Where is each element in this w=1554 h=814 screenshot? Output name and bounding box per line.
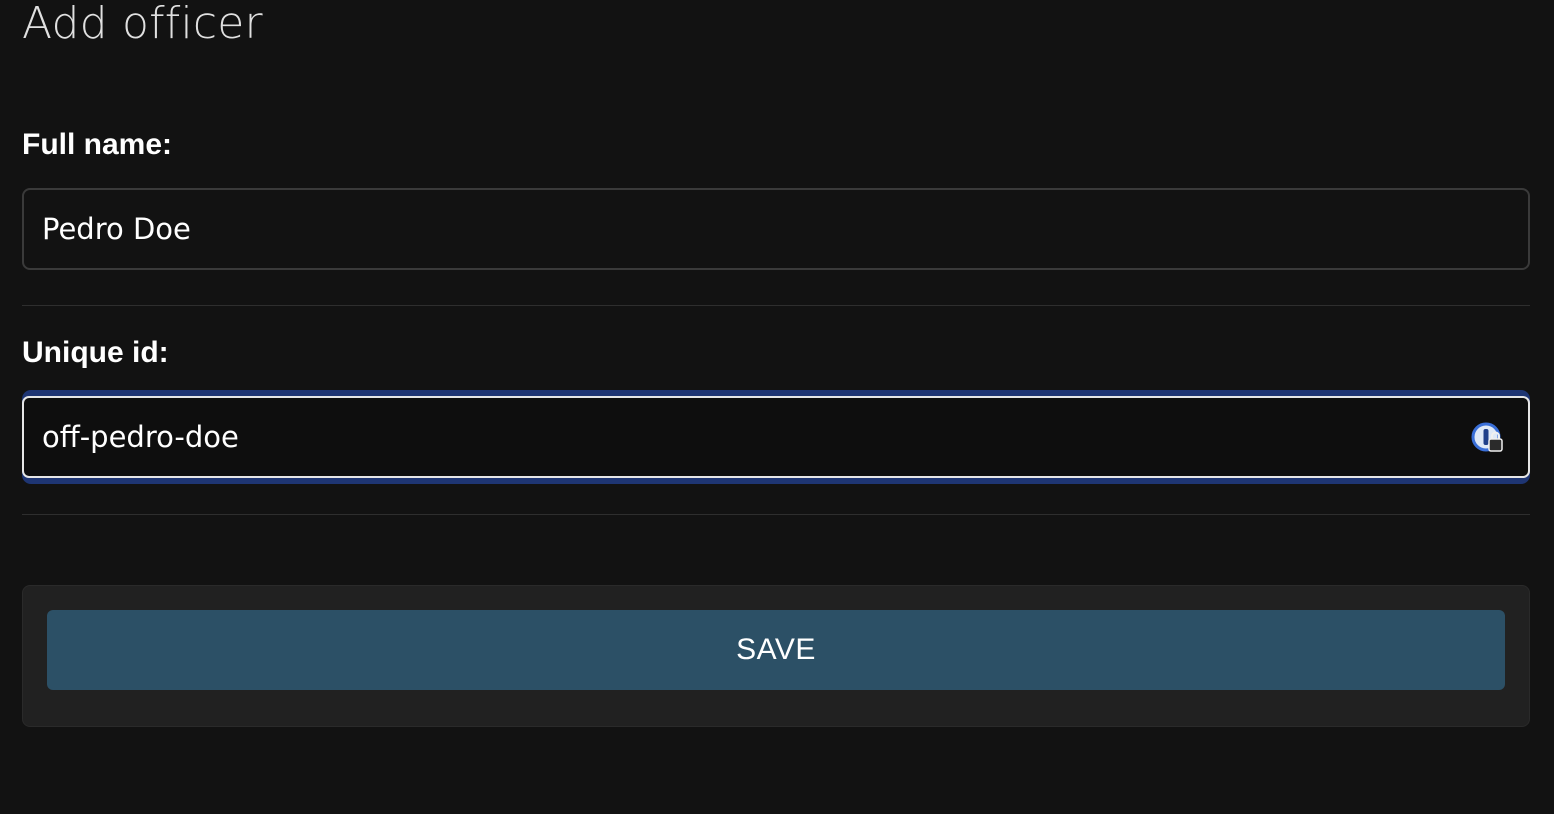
- full-name-label: Full name:: [22, 128, 173, 161]
- unique-id-label: Unique id:: [22, 336, 169, 369]
- field-divider: [22, 514, 1530, 515]
- field-divider: [22, 305, 1530, 306]
- full-name-input[interactable]: [22, 188, 1530, 270]
- page-title: Add officer: [22, 0, 263, 49]
- submit-panel: SAVE: [22, 585, 1530, 727]
- add-officer-page: Add officer Full name: Unique id: SAVE: [0, 0, 1554, 814]
- password-manager-icon[interactable]: [1471, 422, 1505, 456]
- save-button[interactable]: SAVE: [47, 610, 1505, 690]
- unique-id-input[interactable]: [22, 396, 1530, 478]
